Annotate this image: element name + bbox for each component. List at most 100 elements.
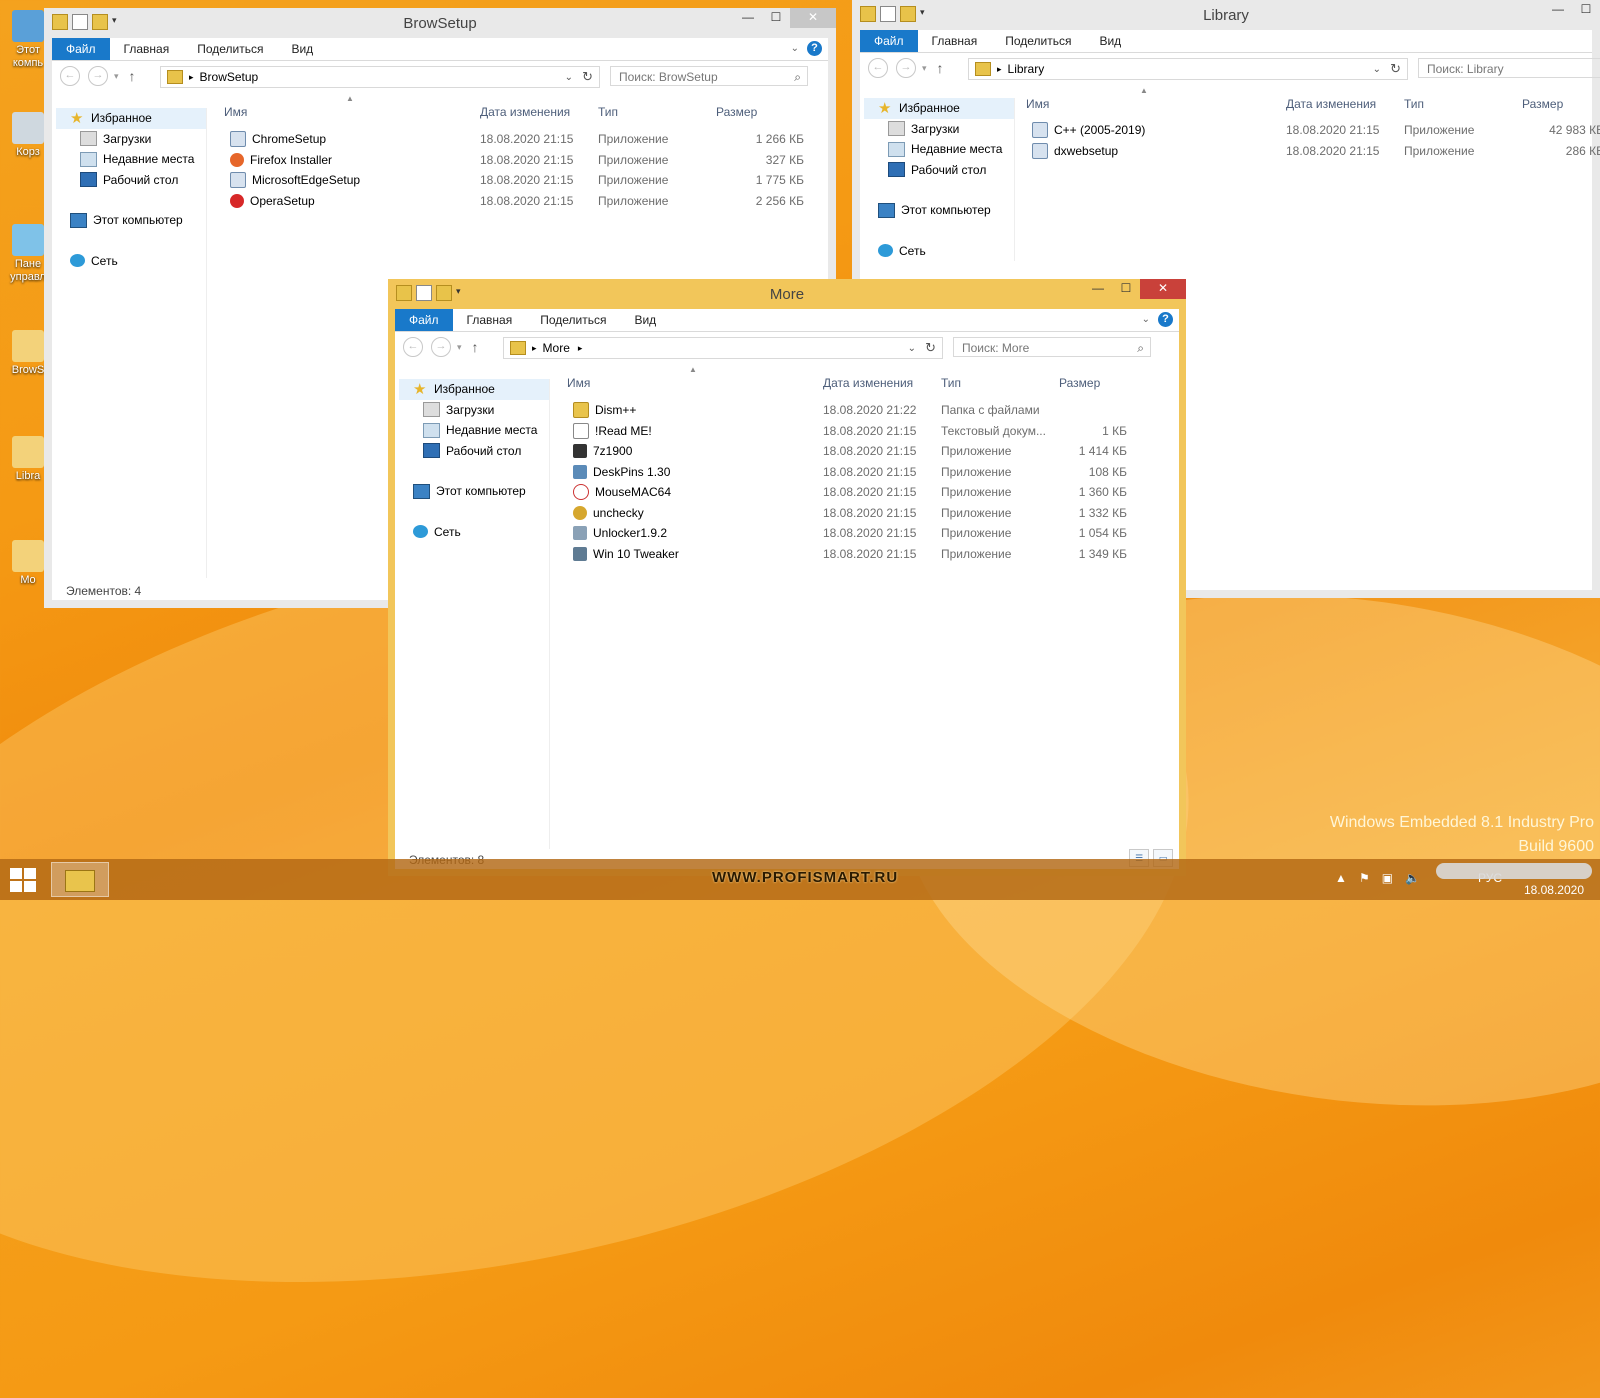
address-bar[interactable]: ▸ BrowSetup ⌄ ↻ <box>160 66 600 88</box>
column-name[interactable]: Имя <box>561 371 817 395</box>
tab-view[interactable]: Вид <box>1085 30 1135 52</box>
clock-date[interactable]: 18.08.2020 <box>1524 883 1584 897</box>
breadcrumb-separator-icon[interactable]: ▸ <box>578 343 583 354</box>
close-button[interactable]: ✕ <box>1140 279 1186 299</box>
help-icon[interactable]: ? <box>807 41 822 56</box>
recent-locations-icon[interactable]: ▾ <box>457 342 462 353</box>
tab-share[interactable]: Поделиться <box>183 38 277 60</box>
nav-this-pc[interactable]: Этот компьютер <box>399 481 549 502</box>
search-icon[interactable]: ⌕ <box>1137 338 1144 358</box>
tab-share[interactable]: Поделиться <box>991 30 1085 52</box>
file-row[interactable]: Dism++ 18.08.2020 21:22 Папка с файлами <box>561 400 1133 421</box>
file-row[interactable]: dxwebsetup 18.08.2020 21:15 Приложение 2… <box>1020 141 1600 162</box>
nav-this-pc[interactable]: Этот компьютер <box>864 200 1014 221</box>
back-button[interactable]: ← <box>60 66 80 86</box>
breadcrumb-path[interactable]: BrowSetup <box>200 70 259 84</box>
tab-file[interactable]: Файл <box>52 38 110 60</box>
back-button[interactable]: ← <box>403 337 423 357</box>
file-row[interactable]: ChromeSetup 18.08.2020 21:15 Приложение … <box>218 129 810 150</box>
column-date[interactable]: Дата изменения <box>474 100 592 124</box>
file-row[interactable]: C++ (2005-2019) 18.08.2020 21:15 Приложе… <box>1020 120 1600 141</box>
back-button[interactable]: ← <box>868 58 888 78</box>
search-input[interactable]: Поиск: BrowSetup ⌕ <box>610 66 808 86</box>
address-dropdown-icon[interactable]: ⌄ <box>565 72 573 83</box>
column-date[interactable]: Дата изменения <box>1280 92 1398 116</box>
file-row[interactable]: !Read ME! 18.08.2020 21:15 Текстовый док… <box>561 421 1133 442</box>
maximize-button[interactable]: ☐ <box>1112 279 1140 299</box>
file-row[interactable]: Firefox Installer 18.08.2020 21:15 Прило… <box>218 150 810 171</box>
forward-button[interactable]: → <box>896 58 916 78</box>
maximize-button[interactable]: ☐ <box>1572 0 1600 20</box>
nav-favorites[interactable]: ★ Избранное <box>864 98 1014 119</box>
up-button[interactable]: ↑ <box>937 60 944 76</box>
up-button[interactable]: ↑ <box>472 339 479 355</box>
file-row[interactable]: DeskPins 1.30 18.08.2020 21:15 Приложени… <box>561 462 1133 483</box>
file-row[interactable]: Unlocker1.9.2 18.08.2020 21:15 Приложени… <box>561 523 1133 544</box>
file-row[interactable]: MicrosoftEdgeSetup 18.08.2020 21:15 Прил… <box>218 170 810 191</box>
tab-file[interactable]: Файл <box>860 30 918 52</box>
column-name[interactable]: Имя <box>1020 92 1280 116</box>
taskbar-explorer-button[interactable] <box>51 862 109 897</box>
close-button[interactable]: ✕ <box>790 8 836 28</box>
nav-recent-places[interactable]: Недавние места <box>864 139 1014 160</box>
address-dropdown-icon[interactable]: ⌄ <box>1373 64 1381 75</box>
nav-recent-places[interactable]: Недавние места <box>56 149 206 170</box>
nav-downloads[interactable]: Загрузки <box>864 119 1014 140</box>
address-bar[interactable]: ▸ Library ⌄ ↻ <box>968 58 1408 80</box>
title-bar[interactable]: ▾ Library — ☐ <box>852 0 1600 30</box>
nav-recent-places[interactable]: Недавние места <box>399 420 549 441</box>
refresh-icon[interactable]: ↻ <box>925 340 936 356</box>
show-hidden-icons-icon[interactable]: ▲ <box>1335 871 1347 885</box>
nav-favorites[interactable]: ★ Избранное <box>56 108 206 129</box>
file-row[interactable]: 7z1900 18.08.2020 21:15 Приложение 1 414… <box>561 441 1133 462</box>
tab-view[interactable]: Вид <box>620 309 670 331</box>
nav-desktop[interactable]: Рабочий стол <box>864 160 1014 181</box>
forward-button[interactable]: → <box>431 337 451 357</box>
minimize-button[interactable]: — <box>734 8 762 28</box>
tab-home[interactable]: Главная <box>453 309 527 331</box>
tab-file[interactable]: Файл <box>395 309 453 331</box>
nav-downloads[interactable]: Загрузки <box>56 129 206 150</box>
title-bar[interactable]: ▾ More — ☐ ✕ <box>388 279 1186 309</box>
nav-desktop[interactable]: Рабочий стол <box>399 441 549 462</box>
forward-button[interactable]: → <box>88 66 108 86</box>
start-button[interactable] <box>10 868 36 892</box>
expand-ribbon-icon[interactable]: ⌄ <box>791 43 799 54</box>
column-size[interactable]: Размер <box>710 100 810 124</box>
column-name[interactable]: Имя <box>218 100 474 124</box>
tab-view[interactable]: Вид <box>277 38 327 60</box>
network-status-icon[interactable]: ▣ <box>1382 871 1393 885</box>
nav-network[interactable]: Сеть <box>864 241 1014 262</box>
nav-network[interactable]: Сеть <box>399 522 549 543</box>
nav-desktop[interactable]: Рабочий стол <box>56 170 206 191</box>
tab-share[interactable]: Поделиться <box>526 309 620 331</box>
refresh-icon[interactable]: ↻ <box>1390 61 1401 77</box>
tab-home[interactable]: Главная <box>918 30 992 52</box>
file-row[interactable]: Win 10 Tweaker 18.08.2020 21:15 Приложен… <box>561 544 1133 565</box>
address-bar[interactable]: ▸ More ▸ ⌄ ↻ <box>503 337 943 359</box>
nav-network[interactable]: Сеть <box>56 251 206 272</box>
address-dropdown-icon[interactable]: ⌄ <box>908 343 916 354</box>
column-type[interactable]: Тип <box>935 371 1053 395</box>
column-type[interactable]: Тип <box>1398 92 1516 116</box>
recent-locations-icon[interactable]: ▾ <box>922 63 927 74</box>
minimize-button[interactable]: — <box>1544 0 1572 20</box>
search-input[interactable]: Поиск: Library <box>1418 58 1600 78</box>
help-icon[interactable]: ? <box>1158 312 1173 327</box>
up-button[interactable]: ↑ <box>129 68 136 84</box>
breadcrumb-path[interactable]: Library <box>1008 62 1045 76</box>
title-bar[interactable]: ▾ BrowSetup — ☐ ✕ <box>44 8 836 38</box>
recent-locations-icon[interactable]: ▾ <box>114 71 119 82</box>
minimize-button[interactable]: — <box>1084 279 1112 299</box>
file-row[interactable]: MouseMAC64 18.08.2020 21:15 Приложение 1… <box>561 482 1133 503</box>
nav-favorites[interactable]: ★ Избранное <box>399 379 549 400</box>
search-icon[interactable]: ⌕ <box>794 67 801 87</box>
column-type[interactable]: Тип <box>592 100 710 124</box>
column-date[interactable]: Дата изменения <box>817 371 935 395</box>
column-size[interactable]: Размер <box>1516 92 1600 116</box>
search-input[interactable]: Поиск: More ⌕ <box>953 337 1151 357</box>
file-row[interactable]: unchecky 18.08.2020 21:15 Приложение 1 3… <box>561 503 1133 524</box>
maximize-button[interactable]: ☐ <box>762 8 790 28</box>
action-center-flag-icon[interactable]: ⚑ <box>1359 871 1370 885</box>
refresh-icon[interactable]: ↻ <box>582 69 593 85</box>
